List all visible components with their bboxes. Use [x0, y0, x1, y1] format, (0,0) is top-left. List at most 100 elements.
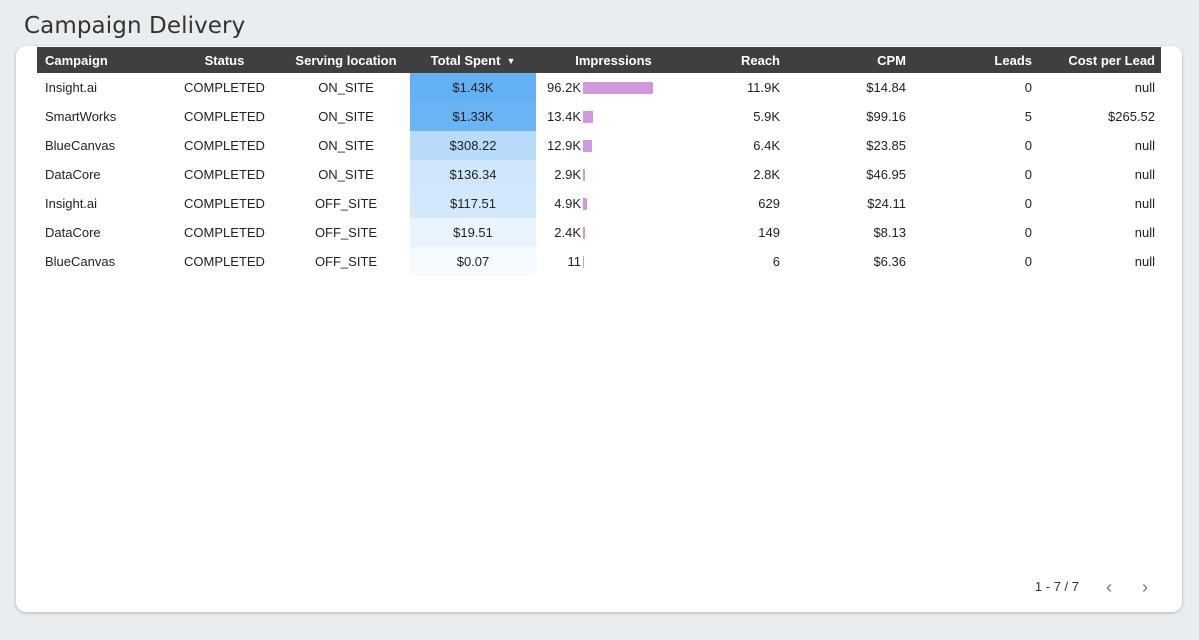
cell-cpl: null [1134, 80, 1155, 95]
table-row[interactable]: DataCore COMPLETED OFF_SITE $19.51 2.4K 149 $8… [37, 218, 1161, 247]
cell-leads: 5 [1024, 109, 1032, 124]
chevron-right-icon[interactable]: › [1134, 576, 1156, 598]
impressions-value: 96.2K [547, 80, 581, 95]
cell-reach: 11.9K [746, 80, 780, 95]
table-row[interactable]: BlueCanvas COMPLETED OFF_SITE $0.07 11 6 $6.36… [37, 247, 1161, 276]
impressions-bar [583, 197, 587, 210]
column-header-label: Reach [740, 52, 780, 68]
column-header-reach[interactable]: Reach [691, 47, 786, 73]
cell-location: OFF_SITE [314, 254, 378, 269]
cell-location: OFF_SITE [314, 196, 378, 211]
column-header-location[interactable]: Serving location [282, 47, 410, 73]
cell-spent: $1.33K [410, 102, 536, 131]
cell-cpm: $23.85 [866, 138, 906, 153]
impressions-bar [583, 255, 584, 268]
cell-impressions: 13.4K [536, 102, 691, 131]
column-header-label: Impressions [575, 52, 652, 68]
impressions-bar [583, 168, 585, 181]
cell-status: COMPLETED [184, 138, 265, 153]
column-header-label: Status [204, 52, 245, 68]
cell-campaign: BlueCanvas [45, 138, 116, 153]
cell-location: ON_SITE [318, 138, 374, 153]
impressions-value: 4.9K [554, 196, 581, 211]
cell-campaign: BlueCanvas [45, 254, 116, 269]
cell-leads: 0 [1024, 167, 1032, 182]
cell-spent: $1.43K [410, 73, 536, 102]
cell-location: OFF_SITE [314, 225, 378, 240]
cell-impressions: 11 [536, 247, 691, 276]
cell-status: COMPLETED [184, 80, 265, 95]
cell-cpm: $99.16 [866, 109, 906, 124]
column-header-status[interactable]: Status [167, 47, 282, 73]
cell-leads: 0 [1024, 80, 1032, 95]
cell-impressions: 2.4K [536, 218, 691, 247]
column-header-leads[interactable]: Leads [912, 47, 1038, 73]
cell-campaign: SmartWorks [45, 109, 117, 124]
sort-desc-icon[interactable]: ▼ [506, 56, 515, 66]
column-header-label: Campaign [45, 52, 108, 68]
campaign-delivery-card: Campaign Status Serving location Total Spen… [16, 46, 1182, 612]
cell-cpm: $46.95 [866, 167, 906, 182]
page-title: Campaign Delivery [24, 13, 246, 39]
cell-cpl: $265.52 [1108, 109, 1155, 124]
cell-cpm: $6.36 [873, 254, 906, 269]
cell-impressions: 4.9K [536, 189, 691, 218]
table-row[interactable]: Insight.ai COMPLETED ON_SITE $1.43K 96.2K 11.… [37, 73, 1161, 102]
impressions-value: 13.4K [547, 109, 581, 124]
cell-cpl: null [1134, 138, 1155, 153]
cell-leads: 0 [1024, 138, 1032, 153]
impressions-bar [583, 139, 592, 152]
column-header-cpl[interactable]: Cost per Lead [1038, 47, 1161, 73]
cell-location: ON_SITE [318, 80, 374, 95]
impressions-value: 12.9K [547, 138, 581, 153]
table-row[interactable]: Insight.ai COMPLETED OFF_SITE $117.51 4.9K 62… [37, 189, 1161, 218]
impressions-bar [583, 81, 653, 94]
cell-reach: 149 [758, 225, 780, 240]
cell-reach: 2.8K [753, 167, 780, 182]
column-header-label: Total Spent [430, 52, 501, 68]
cell-campaign: DataCore [45, 167, 101, 182]
column-header-campaign[interactable]: Campaign [37, 47, 167, 73]
column-header-cpm[interactable]: CPM [786, 47, 912, 73]
cell-location: ON_SITE [318, 167, 374, 182]
cell-leads: 0 [1024, 196, 1032, 211]
cell-spent: $308.22 [410, 131, 536, 160]
cell-spent: $19.51 [410, 218, 536, 247]
cell-status: COMPLETED [184, 225, 265, 240]
chevron-left-icon[interactable]: ‹ [1098, 576, 1120, 598]
campaign-table: Campaign Status Serving location Total Spen… [37, 47, 1161, 276]
cell-status: COMPLETED [184, 196, 265, 211]
column-header-label: CPM [877, 52, 906, 68]
cell-impressions: 2.9K [536, 160, 691, 189]
cell-spent: $136.34 [410, 160, 536, 189]
column-header-impressions[interactable]: Impressions [536, 47, 691, 73]
table-row[interactable]: BlueCanvas COMPLETED ON_SITE $308.22 12.9K 6.… [37, 131, 1161, 160]
column-header-label: Cost per Lead [1068, 52, 1155, 68]
table-row[interactable]: DataCore COMPLETED ON_SITE $136.34 2.9K 2.8K $… [37, 160, 1161, 189]
table-body: Insight.ai COMPLETED ON_SITE $1.43K 96.2K 11.… [37, 73, 1161, 276]
cell-impressions: 96.2K [536, 73, 691, 102]
cell-cpl: null [1134, 225, 1155, 240]
cell-status: COMPLETED [184, 254, 265, 269]
cell-campaign: DataCore [45, 225, 101, 240]
cell-campaign: Insight.ai [45, 196, 98, 211]
cell-cpm: $8.13 [873, 225, 906, 240]
cell-status: COMPLETED [184, 109, 265, 124]
cell-status: COMPLETED [184, 167, 265, 182]
column-header-label: Leads [994, 52, 1032, 68]
impressions-value: 2.9K [554, 167, 581, 182]
cell-cpm: $24.11 [867, 196, 906, 211]
cell-cpl: null [1134, 167, 1155, 182]
cell-reach: 6.4K [753, 138, 780, 153]
cell-cpl: null [1134, 254, 1155, 269]
impressions-value: 11 [567, 254, 582, 269]
cell-spent: $0.07 [410, 247, 536, 276]
impressions-value: 2.4K [554, 225, 581, 240]
table-row[interactable]: SmartWorks COMPLETED ON_SITE $1.33K 13.4K 5.9… [37, 102, 1161, 131]
table-header-row: Campaign Status Serving location Total Spen… [37, 47, 1161, 73]
cell-leads: 0 [1024, 254, 1032, 269]
column-header-spent[interactable]: Total Spent ▼ [410, 47, 536, 73]
column-header-label: Serving location [295, 52, 397, 68]
impressions-bar [583, 110, 593, 123]
cell-reach: 5.9K [753, 109, 780, 124]
